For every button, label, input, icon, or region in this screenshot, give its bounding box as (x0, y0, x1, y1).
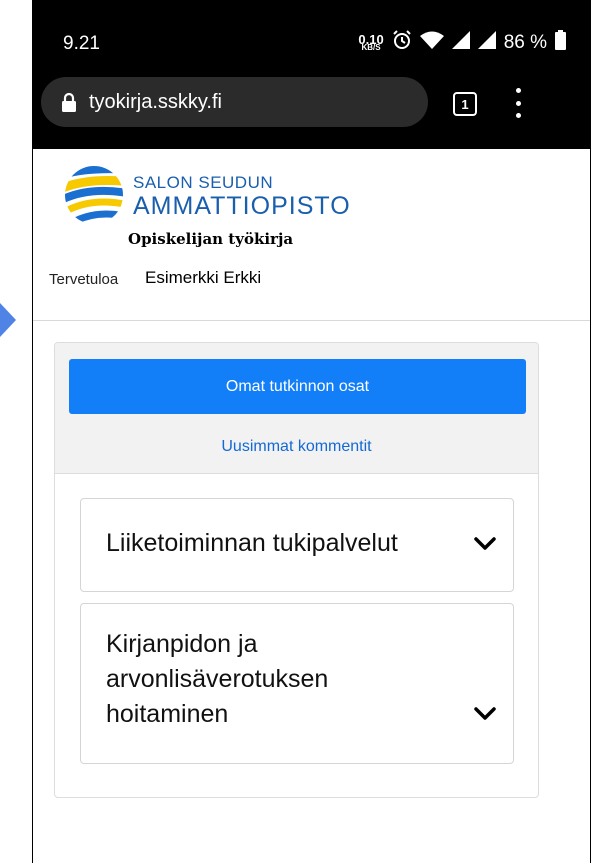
signal-icon-2 (477, 31, 496, 55)
battery-percent: 86 % (503, 32, 547, 53)
status-icons: 0.10 KB/S 86 % (358, 30, 566, 56)
address-bar[interactable]: tyokirja.sskky.fi (41, 77, 428, 127)
alarm-icon (392, 30, 412, 56)
content-card: Omat tutkinnon osat Uusimmat kommentit L… (54, 342, 539, 798)
page-title: Opiskelijan työkirja (128, 230, 294, 248)
chevron-down-icon (474, 536, 496, 557)
chevron-down-icon (474, 706, 496, 727)
logo-text-line2: AMMATTIOPISTO (133, 192, 351, 220)
tab-switcher-button[interactable]: 1 (453, 92, 477, 116)
browser-toolbar: tyokirja.sskky.fi 1 (33, 68, 590, 149)
card-header: Omat tutkinnon osat Uusimmat kommentit (55, 343, 538, 474)
network-speed: 0.10 KB/S (358, 32, 383, 52)
url-text: tyokirja.sskky.fi (89, 90, 222, 113)
network-speed-unit: KB/S (361, 43, 381, 52)
pointer-arrow (0, 303, 16, 337)
own-qualification-units-button[interactable]: Omat tutkinnon osat (69, 359, 526, 414)
accordion-title: Kirjanpidon ja arvonlisäverotuksen hoita… (106, 630, 329, 728)
lock-icon (61, 92, 77, 112)
header-divider (33, 320, 590, 321)
menu-dot (515, 113, 521, 118)
accordion-item[interactable]: Liiketoiminnan tukipalvelut (80, 498, 514, 592)
welcome-label: Tervetuloa (49, 271, 119, 288)
overflow-menu-button[interactable] (511, 88, 525, 118)
phone-screen: 9.21 0.10 KB/S 86 % tyokirja.sskky.fi 1 … (32, 0, 591, 863)
user-name: Esimerkki Erkki (145, 268, 262, 287)
page-header: SALON SEUDUN AMMATTIOPISTO Opiskelijan t… (33, 149, 590, 319)
menu-dot (515, 88, 521, 93)
status-time: 9.21 (63, 33, 100, 54)
school-logo-icon[interactable] (61, 164, 127, 231)
signal-icon (451, 31, 470, 55)
logo-text-line1: SALON SEUDUN (133, 173, 274, 192)
latest-comments-link[interactable]: Uusimmat kommentit (55, 438, 538, 456)
wifi-icon (419, 31, 444, 55)
battery-icon (555, 30, 566, 56)
accordion-item[interactable]: Kirjanpidon ja arvonlisäverotuksen hoita… (80, 603, 514, 764)
menu-dot (515, 100, 521, 106)
accordion-title: Liiketoiminnan tukipalvelut (106, 529, 398, 557)
status-bar: 9.21 0.10 KB/S 86 % (33, 0, 590, 68)
